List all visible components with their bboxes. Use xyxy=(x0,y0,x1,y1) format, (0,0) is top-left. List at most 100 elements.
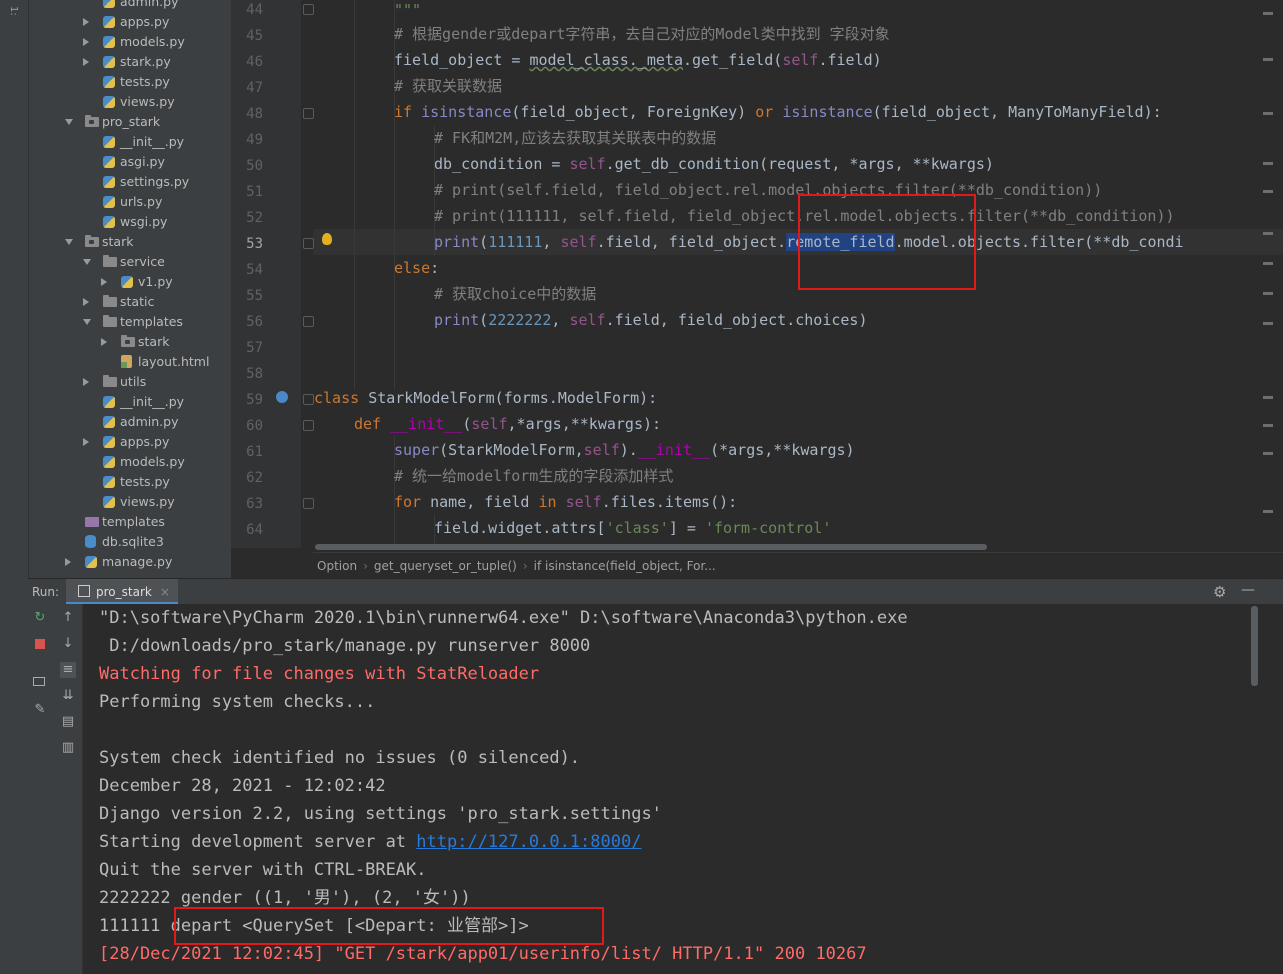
code-editor[interactable]: 44 45 46 47 48 49 50 51 52 53 54 55 56 57 58 59 60 61 62 63… xyxy=(231,0,1283,578)
tree-item[interactable]: stark.py xyxy=(29,52,219,72)
tree-item[interactable]: admin.py xyxy=(29,0,219,12)
tree-item[interactable]: static xyxy=(29,292,219,312)
print-icon[interactable]: ▤ xyxy=(60,714,76,730)
code-line-62[interactable]: # 统一给modelform生成的字段添加样式 xyxy=(394,463,673,489)
collapse-arrow-icon[interactable] xyxy=(83,298,89,306)
fold-marker[interactable] xyxy=(303,394,314,405)
console-scrollbar[interactable] xyxy=(1251,606,1258,686)
tree-item[interactable]: asgi.py xyxy=(29,152,219,172)
code-line-44[interactable]: """ xyxy=(394,0,421,23)
tree-item[interactable]: models.py xyxy=(29,32,219,52)
editor-horizontal-scrollbar[interactable] xyxy=(315,544,987,550)
tree-item[interactable]: admin.py xyxy=(29,412,219,432)
collapse-arrow-icon[interactable] xyxy=(83,18,89,26)
tree-item[interactable]: templates xyxy=(29,312,219,332)
tree-item[interactable]: stark xyxy=(29,332,219,352)
project-tree[interactable]: admin.py apps.py models.py stark.py tests.py… xyxy=(29,0,231,578)
tree-item[interactable]: views.py xyxy=(29,92,219,112)
code-line-47[interactable]: # 获取关联数据 xyxy=(394,73,502,99)
editor-error-stripe[interactable] xyxy=(1263,0,1273,548)
tree-item[interactable]: settings.py xyxy=(29,172,219,192)
expand-arrow-icon[interactable] xyxy=(65,239,73,245)
project-tool-strip[interactable]: 1: xyxy=(0,0,29,578)
trash-icon[interactable]: ▥ xyxy=(60,740,76,756)
tree-item[interactable]: models.py xyxy=(29,452,219,472)
code-line-51[interactable]: # print(self.field, field_object.rel.mod… xyxy=(434,177,1102,203)
collapse-arrow-icon[interactable] xyxy=(65,558,71,566)
code-line-55[interactable]: # 获取choice中的数据 xyxy=(434,281,596,307)
run-tab-pro-stark[interactable]: pro_stark × xyxy=(66,579,178,605)
layout-icon[interactable] xyxy=(32,674,48,690)
tree-item[interactable]: layout.html xyxy=(29,352,219,372)
breadcrumb[interactable]: Option › get_queryset_or_tuple() › if isinst… xyxy=(313,552,1283,578)
code-line-48[interactable]: if isinstance(field_object, ForeignKey) … xyxy=(394,99,1162,125)
code-line-50[interactable]: db_condition = self.get_db_condition(req… xyxy=(434,151,994,177)
project-strip-label: 1: xyxy=(8,6,19,16)
fold-marker[interactable] xyxy=(303,238,314,249)
server-url-link[interactable]: http://127.0.0.1:8000/ xyxy=(416,832,641,852)
rerun-icon[interactable]: ↻ xyxy=(32,610,48,626)
line-number: 60 xyxy=(246,418,263,434)
intention-bulb-icon[interactable] xyxy=(322,233,332,245)
up-arrow-icon[interactable]: ↑ xyxy=(60,610,76,626)
code-line-60[interactable]: def __init__(self,*args,**kwargs): xyxy=(354,411,661,437)
minimize-icon[interactable]: — xyxy=(1241,582,1255,598)
soft-wrap-icon[interactable]: ≡ xyxy=(60,662,76,678)
pin-icon[interactable]: ✎ xyxy=(32,702,48,718)
breadcrumb-item[interactable]: if isinstance(field_object, For... xyxy=(534,559,716,573)
code-line-49[interactable]: # FK和M2M,应该去获取其关联表中的数据 xyxy=(434,125,716,151)
fold-marker[interactable] xyxy=(303,4,314,15)
tree-item[interactable]: pro_stark xyxy=(29,112,219,132)
tree-item-label: __init__.py xyxy=(120,134,185,149)
scroll-to-end-icon[interactable]: ⇊ xyxy=(60,688,76,704)
collapse-arrow-icon[interactable] xyxy=(83,58,89,66)
tree-item[interactable]: wsgi.py xyxy=(29,212,219,232)
tree-item[interactable]: db.sqlite3 xyxy=(29,532,219,552)
run-console[interactable]: "D:\software\PyCharm 2020.1\bin\runnerw6… xyxy=(83,604,1283,974)
collapse-arrow-icon[interactable] xyxy=(83,438,89,446)
tree-item[interactable]: tests.py xyxy=(29,72,219,92)
expand-arrow-icon[interactable] xyxy=(83,319,91,325)
fold-marker[interactable] xyxy=(303,498,314,509)
tree-item[interactable]: views.py xyxy=(29,492,219,512)
expand-arrow-icon[interactable] xyxy=(65,119,73,125)
fold-marker[interactable] xyxy=(303,420,314,431)
down-arrow-icon[interactable]: ↓ xyxy=(60,636,76,652)
code-line-63[interactable]: for name, field in self.files.items(): xyxy=(394,489,737,515)
tree-item[interactable]: manage.py xyxy=(29,552,219,572)
breadcrumb-item[interactable]: Option xyxy=(317,559,357,573)
tree-item[interactable]: stark xyxy=(29,232,219,252)
tree-item-label: static xyxy=(120,294,155,309)
tree-item[interactable]: __init__.py xyxy=(29,132,219,152)
tree-item[interactable]: tests.py xyxy=(29,472,219,492)
code-line-64[interactable]: field.widget.attrs['class'] = 'form-cont… xyxy=(434,515,831,541)
tree-item-label: templates xyxy=(102,514,165,529)
code-line-61[interactable]: super(StarkModelForm,self).__init__(*arg… xyxy=(394,437,855,463)
collapse-arrow-icon[interactable] xyxy=(83,38,89,46)
gear-icon[interactable]: ⚙ xyxy=(1213,583,1226,601)
fold-marker[interactable] xyxy=(303,108,314,119)
close-icon[interactable]: × xyxy=(160,585,170,599)
tree-item[interactable]: __init__.py xyxy=(29,392,219,412)
code-line-45[interactable]: # 根据gender或depart字符串，去自己对应的Model类中找到 字段对… xyxy=(394,21,890,47)
tree-item[interactable]: urls.py xyxy=(29,192,219,212)
tree-item[interactable]: apps.py xyxy=(29,12,219,32)
console-line: Quit the server with CTRL-BREAK. xyxy=(99,860,427,880)
code-line-46[interactable]: field_object = model_class._meta.get_fie… xyxy=(394,47,882,73)
expand-arrow-icon[interactable] xyxy=(83,259,91,265)
collapse-arrow-icon[interactable] xyxy=(101,278,107,286)
tree-item[interactable]: v1.py xyxy=(29,272,219,292)
stop-icon[interactable] xyxy=(32,636,48,652)
tree-item[interactable]: utils xyxy=(29,372,219,392)
collapse-arrow-icon[interactable] xyxy=(83,378,89,386)
tree-item[interactable]: service xyxy=(29,252,219,272)
code-line-59[interactable]: class StarkModelForm(forms.ModelForm): xyxy=(314,385,657,411)
collapse-arrow-icon[interactable] xyxy=(101,338,107,346)
implemented-marker-icon[interactable] xyxy=(276,391,288,403)
tree-item[interactable]: apps.py xyxy=(29,432,219,452)
tree-item[interactable]: templates xyxy=(29,512,219,532)
breadcrumb-item[interactable]: get_queryset_or_tuple() xyxy=(374,559,517,573)
code-line-54[interactable]: else: xyxy=(394,255,439,281)
fold-marker[interactable] xyxy=(303,316,314,327)
code-line-56[interactable]: print(2222222, self.field, field_object.… xyxy=(434,307,868,333)
